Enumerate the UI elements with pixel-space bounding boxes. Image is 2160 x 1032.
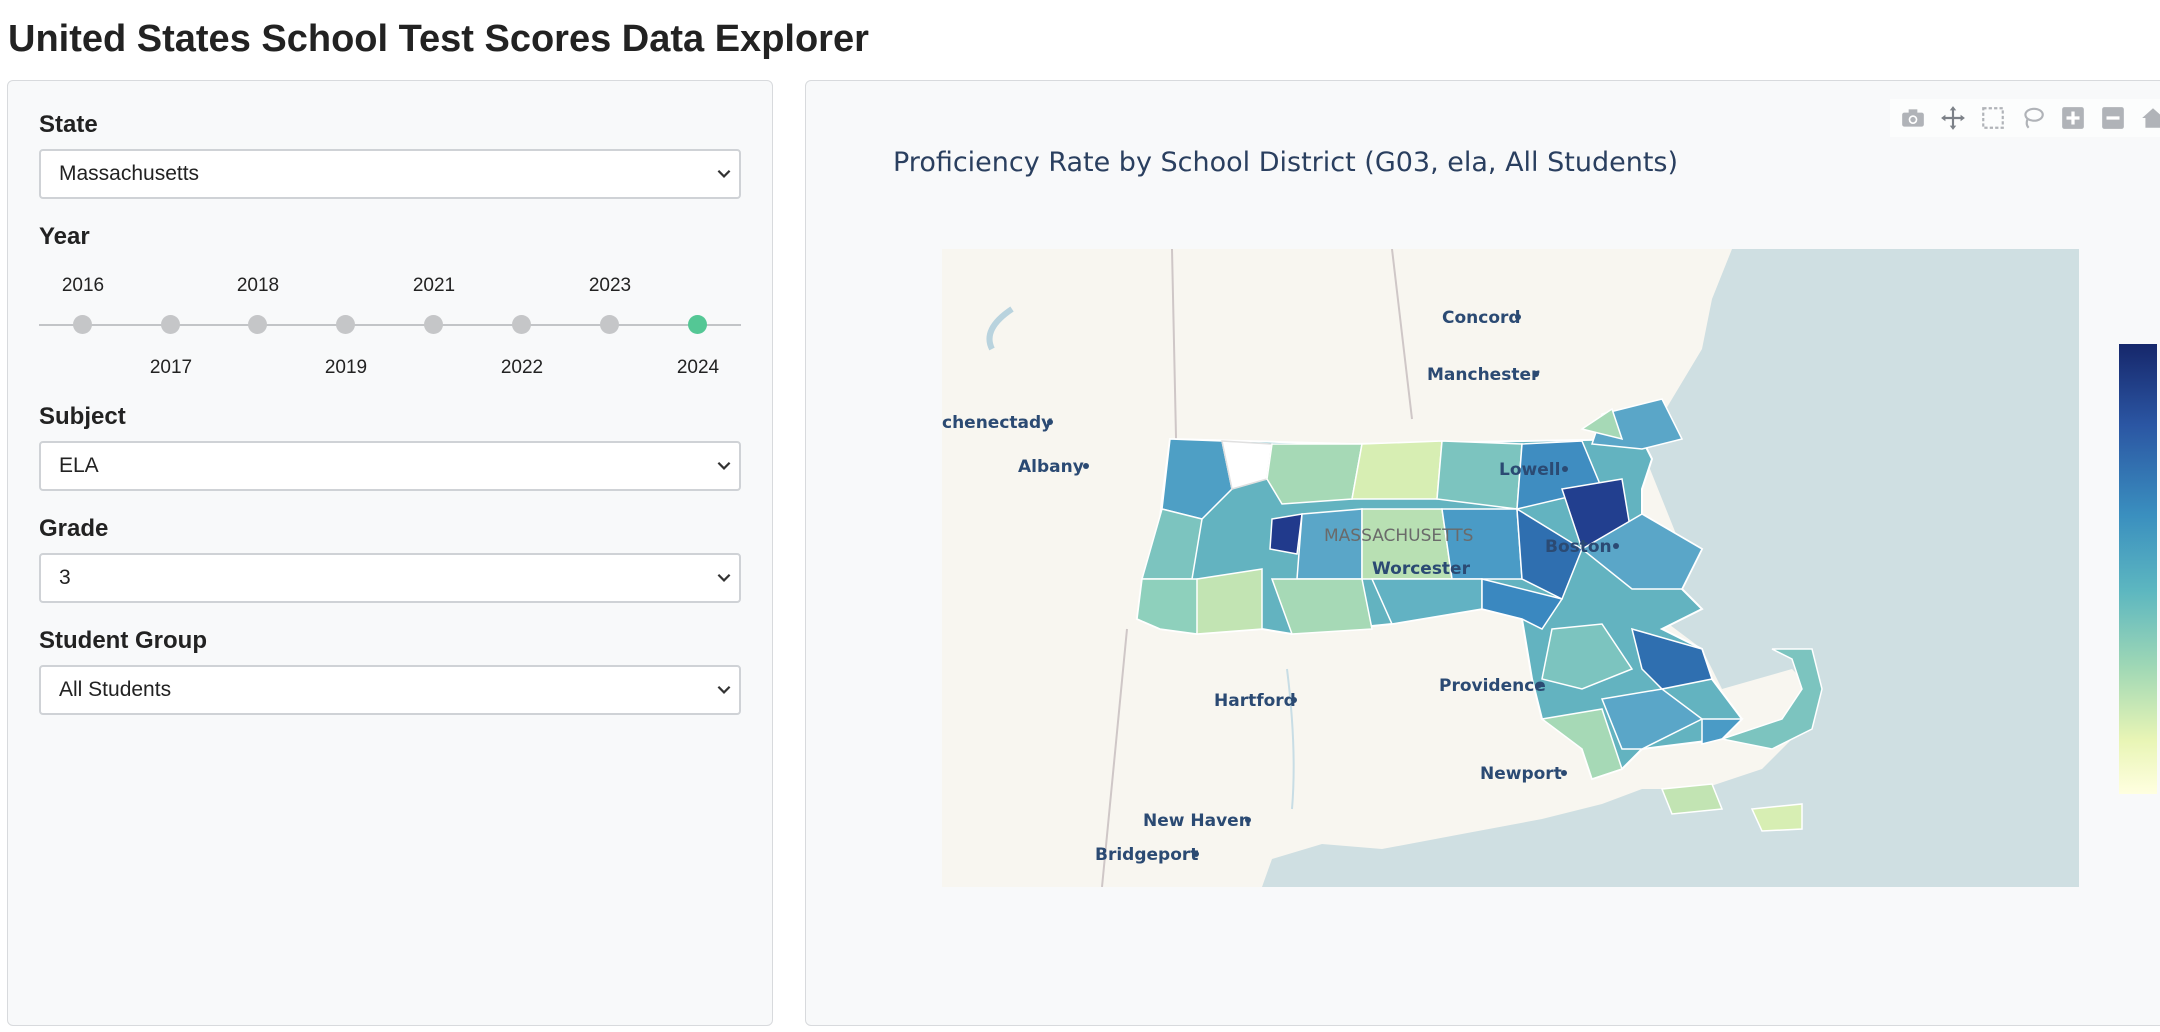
city-dot — [1083, 463, 1089, 469]
chart-panel: Proficiency Rate by School District (G03… — [805, 80, 2160, 1026]
year-tick-label: 2017 — [149, 357, 193, 378]
year-tick-label: 2019 — [324, 357, 368, 378]
chevron-down-icon — [717, 169, 731, 178]
year-slider-mark-2017[interactable] — [161, 315, 180, 334]
year-slider-mark-2016[interactable] — [73, 315, 92, 334]
chevron-down-icon — [717, 461, 731, 470]
colorbar — [2119, 344, 2157, 794]
year-tick-label: 2022 — [500, 357, 544, 378]
year-slider-mark-2021[interactable] — [424, 315, 443, 334]
year-tick-label: 2018 — [236, 275, 280, 296]
district-region[interactable] — [1351, 440, 1443, 500]
nantucket[interactable] — [1750, 803, 1803, 832]
zoom-out-icon[interactable] — [2098, 103, 2128, 133]
city-label: New Haven — [1143, 811, 1251, 831]
city-dot — [1561, 770, 1567, 776]
city-label: chenectady — [942, 413, 1052, 433]
year-tick-label: 2021 — [412, 275, 456, 296]
choropleth-map[interactable]: Concord Manchester chenectady Albany Low… — [942, 249, 2079, 887]
student-group-select[interactable]: All Students — [39, 665, 741, 715]
year-slider-mark-2022[interactable] — [512, 315, 531, 334]
state-select-value: Massachusetts — [59, 162, 200, 185]
city-label: Albany — [1018, 457, 1084, 477]
city-label: Manchester — [1427, 365, 1540, 385]
subject-label: Subject — [39, 403, 126, 430]
year-slider-mark-2018[interactable] — [248, 315, 267, 334]
city-label: Bridgeport — [1095, 845, 1198, 865]
student-group-label: Student Group — [39, 627, 207, 654]
zoom-in-icon[interactable] — [2058, 103, 2088, 133]
year-slider[interactable]: 2016 2018 2021 2023 2017 2019 2022 2024 — [39, 241, 741, 391]
subject-select[interactable]: ELA — [39, 441, 741, 491]
grade-select-value: 3 — [59, 566, 71, 589]
year-slider-mark-2019[interactable] — [336, 315, 355, 334]
state-label: State — [39, 111, 98, 138]
app-title: United States School Test Scores Data Ex… — [8, 18, 869, 60]
state-name-label: MASSACHUSETTS — [1324, 526, 1473, 546]
subject-select-value: ELA — [59, 454, 99, 477]
pan-icon[interactable] — [1938, 103, 1968, 133]
grade-label: Grade — [39, 515, 109, 542]
year-tick-label: 2016 — [61, 275, 105, 296]
year-tick-label: 2023 — [588, 275, 632, 296]
grade-select[interactable]: 3 — [39, 553, 741, 603]
camera-icon[interactable] — [1898, 103, 1928, 133]
state-select[interactable]: Massachusetts — [39, 149, 741, 199]
chevron-down-icon — [717, 573, 731, 582]
plot-modebar — [1890, 99, 2160, 137]
city-label: Hartford — [1214, 691, 1296, 711]
district-region[interactable] — [1266, 443, 1363, 505]
city-dot — [1562, 466, 1568, 472]
district-region[interactable] — [1196, 568, 1263, 635]
city-label: Worcester — [1372, 559, 1471, 579]
chart-title: Proficiency Rate by School District (G03… — [893, 147, 1679, 178]
city-label: Boston — [1545, 537, 1612, 557]
marthas-vineyard[interactable] — [1660, 783, 1724, 815]
year-slider-handle[interactable] — [688, 315, 707, 334]
home-icon[interactable] — [2138, 103, 2160, 133]
city-label: Providence — [1439, 676, 1546, 696]
year-slider-mark-2023[interactable] — [600, 315, 619, 334]
chevron-down-icon — [717, 685, 731, 694]
city-label: Lowell — [1499, 460, 1560, 480]
district-region[interactable] — [1269, 513, 1303, 555]
city-dot — [1613, 543, 1619, 549]
box-select-icon[interactable] — [1978, 103, 2008, 133]
controls-panel: State Massachusetts Year 2016 2018 2021 … — [7, 80, 773, 1026]
city-label: Newport — [1480, 764, 1562, 784]
student-group-select-value: All Students — [59, 678, 172, 701]
year-tick-label: 2024 — [676, 357, 720, 378]
city-label: Concord — [1442, 308, 1521, 328]
lasso-icon[interactable] — [2018, 103, 2048, 133]
map-canvas[interactable]: Concord Manchester chenectady Albany Low… — [942, 249, 2079, 887]
year-slider-track[interactable] — [39, 324, 741, 326]
